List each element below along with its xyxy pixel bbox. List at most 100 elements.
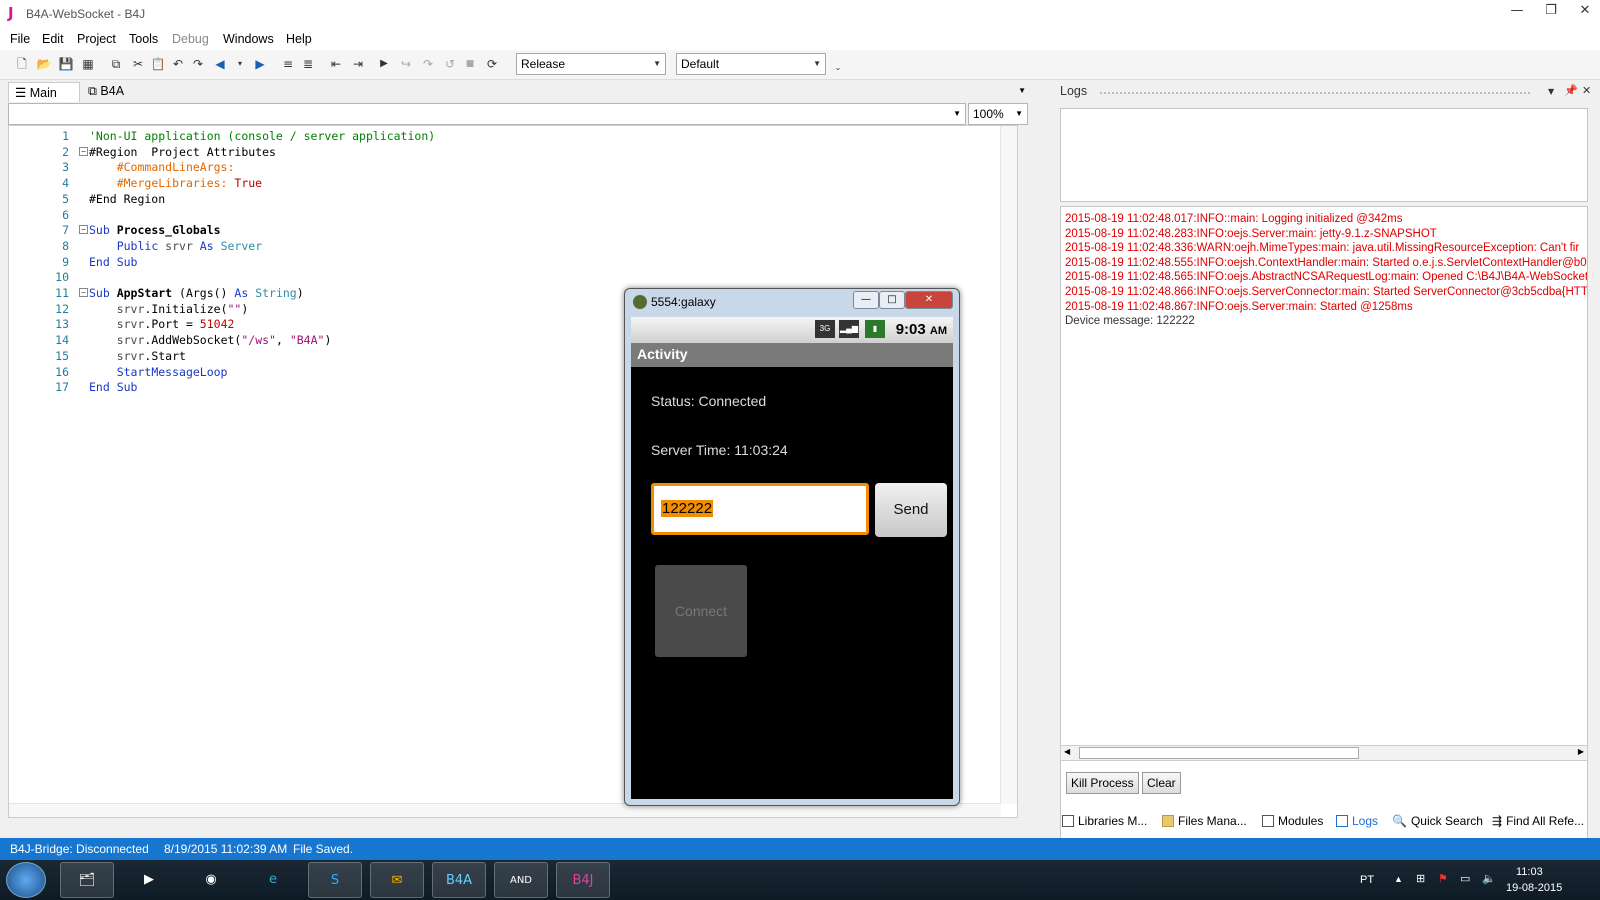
menu-debug[interactable]: Debug — [172, 32, 209, 46]
paste-icon[interactable]: 📋 — [150, 56, 166, 72]
android-emulator-taskbar-icon[interactable]: AND — [494, 862, 548, 898]
tab-find-all-references[interactable]: ⇶ Find All Refe... — [1492, 814, 1584, 828]
step-in-icon[interactable]: ↪ — [398, 56, 414, 72]
zoom-select[interactable]: 100% ▼ — [968, 103, 1028, 125]
code-line[interactable]: 6 — [9, 208, 999, 224]
run-icon[interactable]: ▶ — [376, 56, 392, 72]
new-file-icon[interactable]: 🗋 — [14, 56, 30, 72]
menu-tools[interactable]: Tools — [129, 32, 158, 46]
mail-taskbar-icon[interactable]: ✉ — [370, 862, 424, 898]
emulator-close-button[interactable]: ✕ — [905, 291, 953, 309]
tab-b4a[interactable]: ⧉ B4A — [82, 82, 142, 102]
code-line[interactable]: 7− Sub Process_Globals — [9, 223, 999, 239]
emulator-minimize-button[interactable]: — — [853, 291, 879, 309]
tab-main[interactable]: ☰ Main ✕ — [8, 82, 80, 115]
toolbar-overflow-icon[interactable]: ⌄ — [830, 60, 846, 76]
network-icon[interactable]: ▭ — [1460, 872, 1470, 885]
fold-toggle-icon[interactable]: − — [79, 225, 88, 235]
line-number: 8 — [62, 238, 69, 253]
b4j-taskbar-icon[interactable]: B4J — [556, 862, 610, 898]
code-line[interactable]: 10 — [9, 270, 999, 286]
code-text: #CommandLineArgs: — [89, 160, 235, 174]
tab-modules[interactable]: Modules — [1262, 814, 1323, 828]
start-button[interactable] — [6, 862, 46, 898]
tab-main-label: Main — [29, 86, 57, 100]
code-line[interactable]: 3 #CommandLineArgs: — [9, 160, 999, 176]
menu-help[interactable]: Help — [286, 32, 312, 46]
close-button[interactable]: ✕ — [1570, 3, 1600, 23]
undo-icon[interactable]: ↶ — [170, 56, 186, 72]
tab-files-manager[interactable]: Files Mana... — [1162, 814, 1247, 828]
pin-icon[interactable]: 📌 — [1564, 84, 1578, 97]
menu-file[interactable]: File — [10, 32, 30, 46]
line-number: 16 — [55, 364, 69, 379]
chrome-taskbar-icon[interactable]: ◉ — [184, 862, 238, 898]
action-center-icon[interactable]: ⚑ — [1438, 872, 1448, 885]
volume-icon[interactable]: 🔈 — [1482, 872, 1496, 885]
maximize-button[interactable]: ❐ — [1536, 3, 1566, 23]
logs-horizontal-scrollbar[interactable]: ◀ ▶ — [1060, 745, 1588, 761]
tray-date[interactable]: 19-08-2015 — [1506, 882, 1562, 894]
build-config-select[interactable]: Release ▼ — [516, 53, 666, 75]
explorer-taskbar-icon[interactable]: 🗂 — [60, 862, 114, 898]
menu-edit[interactable]: Edit — [42, 32, 64, 46]
code-line[interactable]: 2− #Region Project Attributes — [9, 145, 999, 161]
message-input[interactable]: 122222 — [651, 483, 869, 535]
step-over-icon[interactable]: ↷ — [420, 56, 436, 72]
cut-icon[interactable]: ✂ — [130, 56, 146, 72]
indent-icon[interactable]: ⇥ — [350, 56, 366, 72]
windows-taskbar: 🗂 ▶ ◉ e S ✉ B4A AND B4J PT ▲ ⊞ ⚑ ▭ 🔈 11:… — [0, 860, 1600, 900]
connect-button[interactable]: Connect — [655, 565, 747, 657]
build-target-select[interactable]: Default ▼ — [676, 53, 826, 75]
sub-navigator-select[interactable]: ▼ — [8, 103, 966, 125]
code-line[interactable]: 9 End Sub — [9, 255, 999, 271]
b4a-taskbar-icon[interactable]: B4A — [432, 862, 486, 898]
navigate-back-icon[interactable]: ◀ — [212, 56, 228, 72]
code-line[interactable]: 4 #MergeLibraries: True — [9, 176, 999, 192]
code-line[interactable]: 8 Public srvr As Server — [9, 239, 999, 255]
scroll-left-icon[interactable]: ◀ — [1064, 747, 1070, 756]
close-panel-icon[interactable]: ✕ — [1582, 84, 1591, 97]
fold-toggle-icon[interactable]: − — [79, 146, 88, 156]
outdent-icon[interactable]: ⇤ — [328, 56, 344, 72]
redo-icon[interactable]: ↷ — [190, 56, 206, 72]
comment-block-icon[interactable]: ≡ — [280, 56, 296, 72]
tab-libraries-manager[interactable]: Libraries M... — [1062, 814, 1147, 828]
menu-project[interactable]: Project — [77, 32, 116, 46]
minimize-button[interactable]: — — [1502, 3, 1532, 23]
menu-windows[interactable]: Windows — [223, 32, 274, 46]
skype-taskbar-icon[interactable]: S — [308, 862, 362, 898]
tab-quick-search[interactable]: 🔍 Quick Search — [1392, 814, 1483, 828]
scroll-right-icon[interactable]: ▶ — [1578, 747, 1584, 756]
stop-icon[interactable]: ■ — [462, 56, 478, 72]
media-player-taskbar-icon[interactable]: ▶ — [122, 862, 176, 898]
vertical-scrollbar[interactable] — [1000, 126, 1017, 804]
kill-process-button[interactable]: Kill Process — [1066, 772, 1139, 794]
internet-explorer-taskbar-icon[interactable]: e — [246, 862, 300, 898]
emulator-maximize-button[interactable]: □ — [879, 291, 905, 309]
back-history-dropdown-icon[interactable]: ▾ — [232, 56, 248, 72]
restart-icon[interactable]: ⟳ — [484, 56, 500, 72]
fold-toggle-icon[interactable]: − — [79, 288, 88, 297]
tab-logs[interactable]: Logs — [1336, 814, 1378, 828]
show-hidden-icons-icon[interactable]: ▲ — [1394, 874, 1403, 884]
copy-icon[interactable]: ⧉ — [108, 56, 124, 72]
save-icon[interactable]: 💾 — [58, 56, 74, 72]
windows-flag-icon[interactable]: ⊞ — [1416, 872, 1425, 885]
open-folder-icon[interactable]: 📂 — [36, 56, 52, 72]
scroll-thumb[interactable] — [1079, 747, 1359, 759]
tabs-dropdown-icon[interactable]: ▼ — [1018, 86, 1026, 95]
language-indicator[interactable]: PT — [1360, 874, 1374, 886]
code-line[interactable]: 1 'Non-UI application (console / server a… — [9, 129, 999, 145]
navigate-forward-icon[interactable]: ▶ — [252, 56, 268, 72]
logs-filter-box[interactable] — [1060, 108, 1588, 202]
step-out-icon[interactable]: ↺ — [442, 56, 458, 72]
clear-logs-button[interactable]: Clear — [1142, 772, 1181, 794]
code-line[interactable]: 5 #End Region — [9, 192, 999, 208]
uncomment-block-icon[interactable]: ≣ — [300, 56, 316, 72]
tray-time[interactable]: 11:03 — [1516, 866, 1543, 878]
send-button[interactable]: Send — [875, 483, 947, 537]
panel-menu-icon[interactable]: ▼ — [1548, 87, 1554, 96]
line-number: 9 — [62, 254, 69, 269]
save-all-icon[interactable]: ▦ — [80, 56, 96, 72]
